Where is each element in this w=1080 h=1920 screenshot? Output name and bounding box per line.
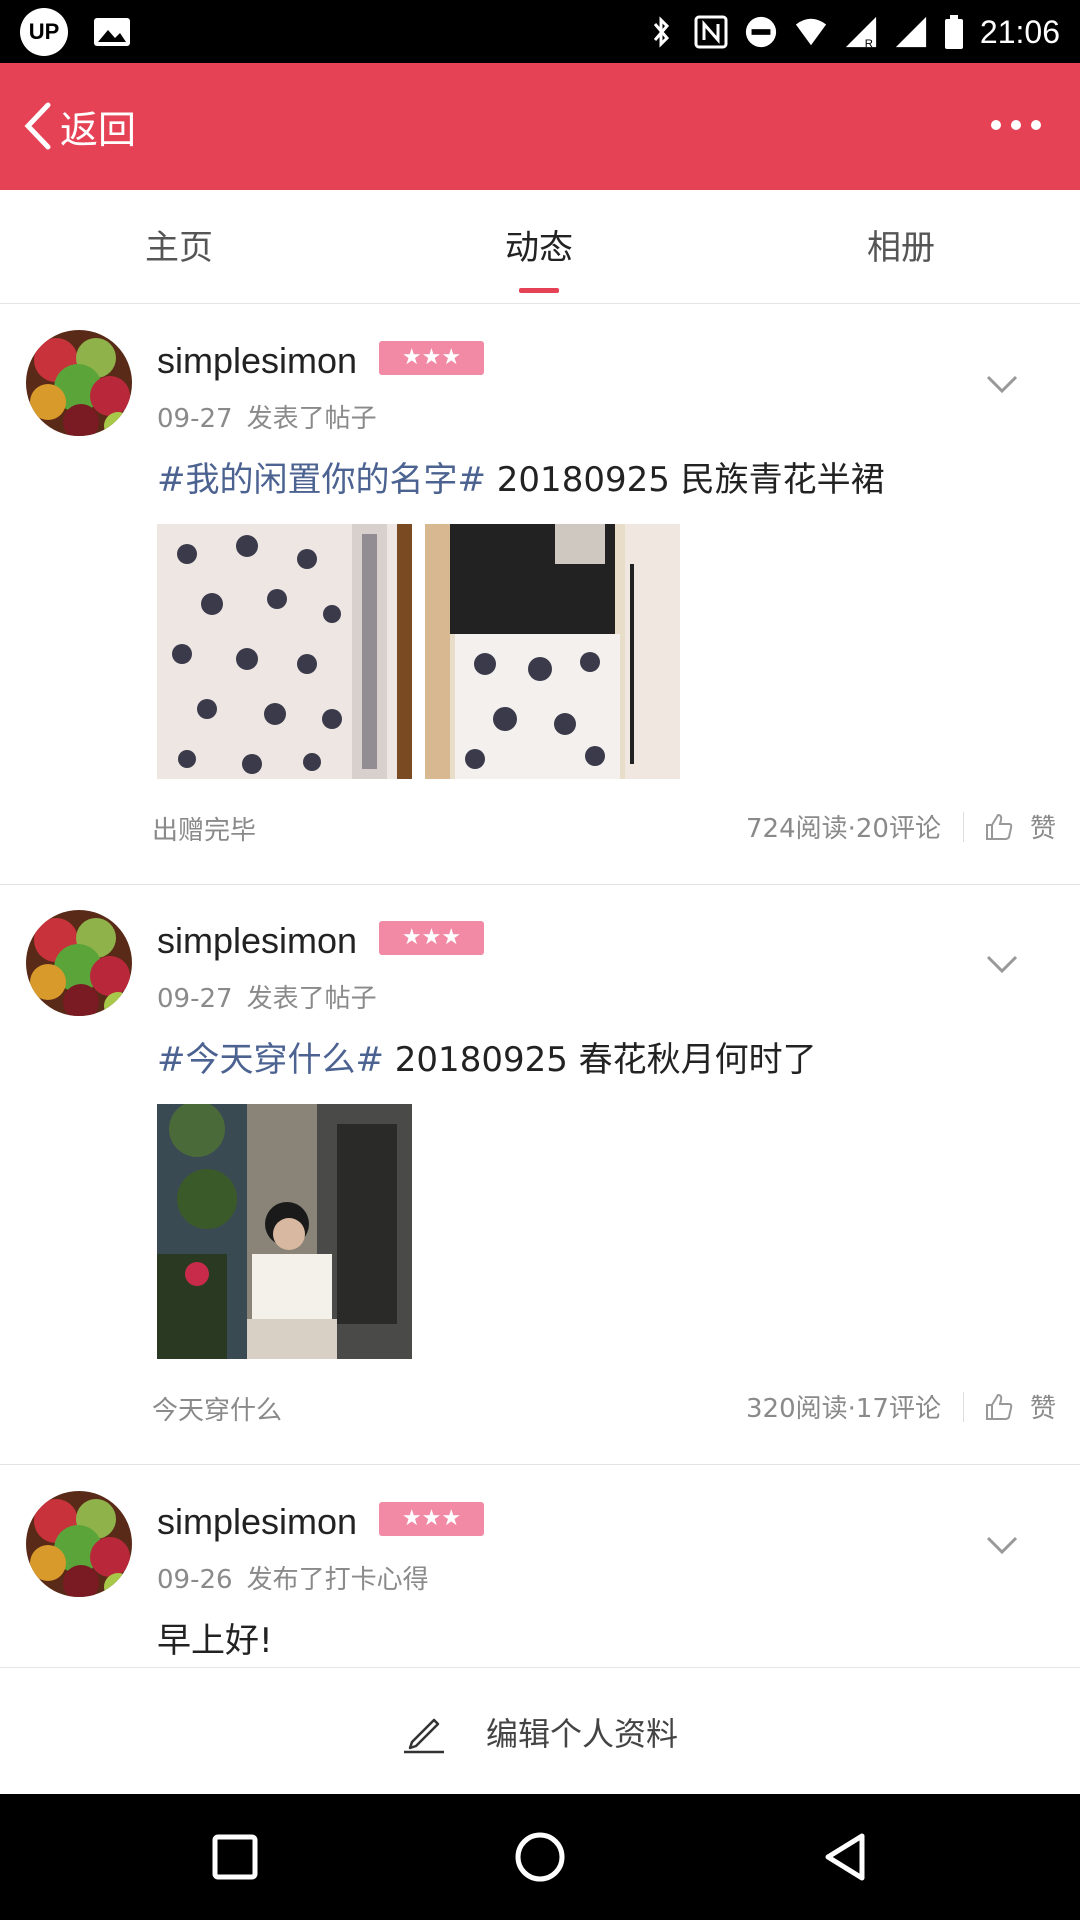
badge-stars: ★★★: [401, 345, 462, 370]
divider: [962, 1391, 964, 1422]
post-stats: 320阅读·17评论 赞: [746, 1388, 1056, 1425]
post-date: 09-26: [157, 1565, 233, 1595]
badge-stars: ★★★: [401, 925, 462, 950]
post-photo[interactable]: [157, 524, 412, 779]
post-category[interactable]: 出赠完毕: [152, 810, 256, 847]
signal-roaming-icon: R: [845, 16, 877, 50]
thumbs-up-icon[interactable]: [984, 812, 1014, 842]
post-date: 09-27: [157, 404, 233, 434]
post-photo[interactable]: [157, 1104, 412, 1359]
post-meta: 09-26 发布了打卡心得: [157, 1559, 429, 1596]
more-dots-icon[interactable]: [988, 113, 1044, 137]
like-button[interactable]: 赞: [1030, 808, 1056, 845]
edit-profile-button[interactable]: 编辑个人资料: [0, 1667, 1080, 1795]
chevron-down-icon[interactable]: [985, 954, 1019, 974]
pencil-icon: [403, 1718, 444, 1753]
post-action: 发表了帖子: [246, 984, 377, 1014]
battery-icon: [944, 15, 963, 49]
clock: 21:06: [979, 13, 1060, 50]
nfc-icon: [694, 15, 728, 49]
chevron-left-icon: [24, 102, 51, 150]
status-bar: UP R 21:06: [0, 0, 1080, 63]
post-photo[interactable]: [425, 524, 680, 779]
username[interactable]: simplesimon: [157, 340, 357, 382]
home-icon[interactable]: [513, 1830, 567, 1884]
view-comment-count: 320阅读·17评论: [746, 1394, 941, 1424]
post-title-text: 20180925 民族青花半裙: [485, 460, 885, 500]
back-button[interactable]: 返回: [20, 93, 136, 159]
post-title-text: 早上好!: [157, 1621, 273, 1661]
avatar[interactable]: [26, 910, 132, 1016]
do-not-disturb-icon: [745, 16, 777, 48]
avatar[interactable]: [26, 330, 132, 436]
badge-stars: ★★★: [401, 1506, 462, 1531]
post-stats: 724阅读·20评论 赞: [746, 808, 1056, 845]
wifi-icon: [795, 18, 827, 46]
level-badge: ★★★: [379, 921, 484, 955]
post-date: 09-27: [157, 984, 233, 1014]
bluetooth-icon: [653, 16, 669, 48]
recents-icon[interactable]: [208, 1830, 262, 1884]
level-badge: ★★★: [379, 1502, 484, 1536]
level-badge: ★★★: [379, 341, 484, 375]
feed-post[interactable]: simplesimon ★★★ 09-27 发表了帖子 #我的闲置你的名字# 20…: [0, 304, 1080, 884]
edit-profile-label: 编辑个人资料: [485, 1714, 678, 1753]
feed-post[interactable]: simplesimon ★★★ 09-26 发布了打卡心得 早上好!: [0, 1465, 1080, 1667]
username[interactable]: simplesimon: [157, 1501, 357, 1543]
tab-home[interactable]: 主页: [59, 220, 299, 269]
username[interactable]: simplesimon: [157, 920, 357, 962]
active-tab-indicator: [519, 288, 559, 293]
back-label: 返回: [60, 107, 137, 152]
feed-post[interactable]: simplesimon ★★★ 09-27 发表了帖子 #今天穿什么# 20180…: [0, 885, 1080, 1465]
post-title[interactable]: #我的闲置你的名字# 20180925 民族青花半裙: [157, 452, 885, 501]
profile-tabs: 主页 动态 相册: [0, 190, 1080, 304]
post-hashtag[interactable]: #今天穿什么#: [157, 1040, 384, 1080]
signal-icon: [895, 16, 927, 48]
chevron-down-icon[interactable]: [985, 374, 1019, 394]
tab-activity[interactable]: 动态: [419, 220, 659, 269]
back-nav-icon[interactable]: [818, 1830, 872, 1884]
post-meta: 09-27 发表了帖子: [157, 398, 377, 435]
post-meta: 09-27 发表了帖子: [157, 978, 377, 1015]
post-hashtag[interactable]: #我的闲置你的名字#: [157, 460, 486, 500]
avatar[interactable]: [26, 1491, 132, 1597]
svg-text:R: R: [865, 38, 873, 50]
system-nav-bar: [0, 1794, 1080, 1920]
tab-album[interactable]: 相册: [781, 220, 1021, 269]
image-notification-icon: [94, 18, 130, 46]
divider: [962, 811, 964, 842]
post-action: 发布了打卡心得: [246, 1565, 429, 1595]
up-app-icon: UP: [20, 8, 68, 56]
post-title-text: 20180925 春花秋月何时了: [383, 1040, 817, 1080]
post-title[interactable]: #今天穿什么# 20180925 春花秋月何时了: [157, 1032, 817, 1081]
thumbs-up-icon[interactable]: [984, 1392, 1014, 1422]
post-title[interactable]: 早上好!: [157, 1613, 273, 1662]
chevron-down-icon[interactable]: [985, 1535, 1019, 1555]
view-comment-count: 724阅读·20评论: [746, 814, 941, 844]
post-action: 发表了帖子: [246, 404, 377, 434]
app-header: 返回: [0, 63, 1080, 190]
post-category[interactable]: 今天穿什么: [152, 1390, 282, 1427]
like-button[interactable]: 赞: [1030, 1388, 1056, 1425]
